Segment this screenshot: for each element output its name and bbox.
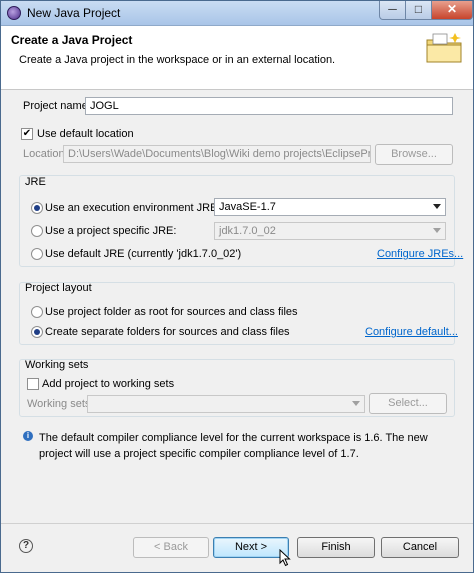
footer-separator [1, 523, 473, 524]
chevron-down-icon [433, 228, 441, 233]
project-specific-jre-select[interactable]: jdk1.7.0_02 [214, 222, 446, 240]
working-sets-title: Working sets [25, 359, 89, 371]
jre-group-title: JRE [25, 176, 46, 188]
use-default-location-checkbox[interactable]: ✔ [21, 128, 33, 140]
project-name-field[interactable]: JOGL [85, 97, 453, 115]
separate-folders-label: Create separate folders for sources and … [45, 326, 290, 338]
help-icon[interactable]: ? [19, 539, 33, 553]
working-sets-label: Working sets: [27, 398, 94, 410]
wizard-banner: Create a Java Project Create a Java proj… [1, 26, 473, 90]
working-sets-select[interactable] [87, 395, 365, 413]
compliance-info-message: The default compiler compliance level fo… [39, 432, 428, 460]
add-to-working-sets-checkbox[interactable] [27, 378, 39, 390]
execution-env-value: JavaSE-1.7 [219, 201, 276, 213]
eclipse-icon [7, 6, 21, 20]
project-specific-jre-value: jdk1.7.0_02 [219, 225, 276, 237]
window-title: New Java Project [27, 6, 121, 20]
execution-env-jre-radio[interactable] [31, 202, 43, 214]
banner-title: Create a Java Project [11, 33, 133, 47]
cancel-button[interactable]: Cancel [381, 537, 459, 558]
location-field[interactable]: D:\Users\Wade\Documents\Blog\Wiki demo p… [63, 145, 371, 163]
project-folder-root-radio[interactable] [31, 306, 43, 318]
title-bar[interactable]: New Java Project ─ □ ✕ [1, 1, 473, 26]
project-specific-jre-radio[interactable] [31, 225, 43, 237]
use-default-location-label: Use default location [37, 128, 134, 140]
configure-jres-link[interactable]: Configure JREs... [377, 248, 463, 260]
execution-env-jre-label: Use an execution environment JRE: [45, 202, 221, 214]
project-specific-jre-label: Use a project specific JRE: [45, 225, 177, 237]
minimize-button[interactable]: ─ [379, 1, 406, 20]
info-icon: i [23, 431, 33, 441]
project-layout-title: Project layout [25, 282, 92, 294]
project-name-label: Project name: [23, 100, 91, 112]
project-folder-root-label: Use project folder as root for sources a… [45, 306, 298, 318]
mouse-cursor-icon [279, 549, 291, 567]
add-to-working-sets-label: Add project to working sets [42, 378, 175, 390]
execution-env-select[interactable]: JavaSE-1.7 [214, 198, 446, 216]
finish-button[interactable]: Finish [297, 537, 375, 558]
select-working-sets-button[interactable]: Select... [369, 393, 447, 414]
chevron-down-icon [352, 401, 360, 406]
default-jre-radio[interactable] [31, 248, 43, 260]
maximize-button[interactable]: □ [405, 1, 432, 20]
folder-plus-icon [426, 33, 462, 63]
next-button[interactable]: Next > [213, 537, 289, 558]
separate-folders-radio[interactable] [31, 326, 43, 338]
browse-button[interactable]: Browse... [375, 144, 453, 165]
back-button[interactable]: < Back [133, 537, 209, 558]
location-label: Location: [23, 148, 68, 160]
close-button[interactable]: ✕ [431, 1, 473, 20]
banner-description: Create a Java project in the workspace o… [19, 54, 336, 66]
default-jre-label: Use default JRE (currently 'jdk1.7.0_02'… [45, 248, 242, 260]
chevron-down-icon [433, 204, 441, 209]
configure-default-link[interactable]: Configure default... [365, 326, 458, 338]
dialog-window: New Java Project ─ □ ✕ Create a Java Pro… [0, 0, 474, 573]
